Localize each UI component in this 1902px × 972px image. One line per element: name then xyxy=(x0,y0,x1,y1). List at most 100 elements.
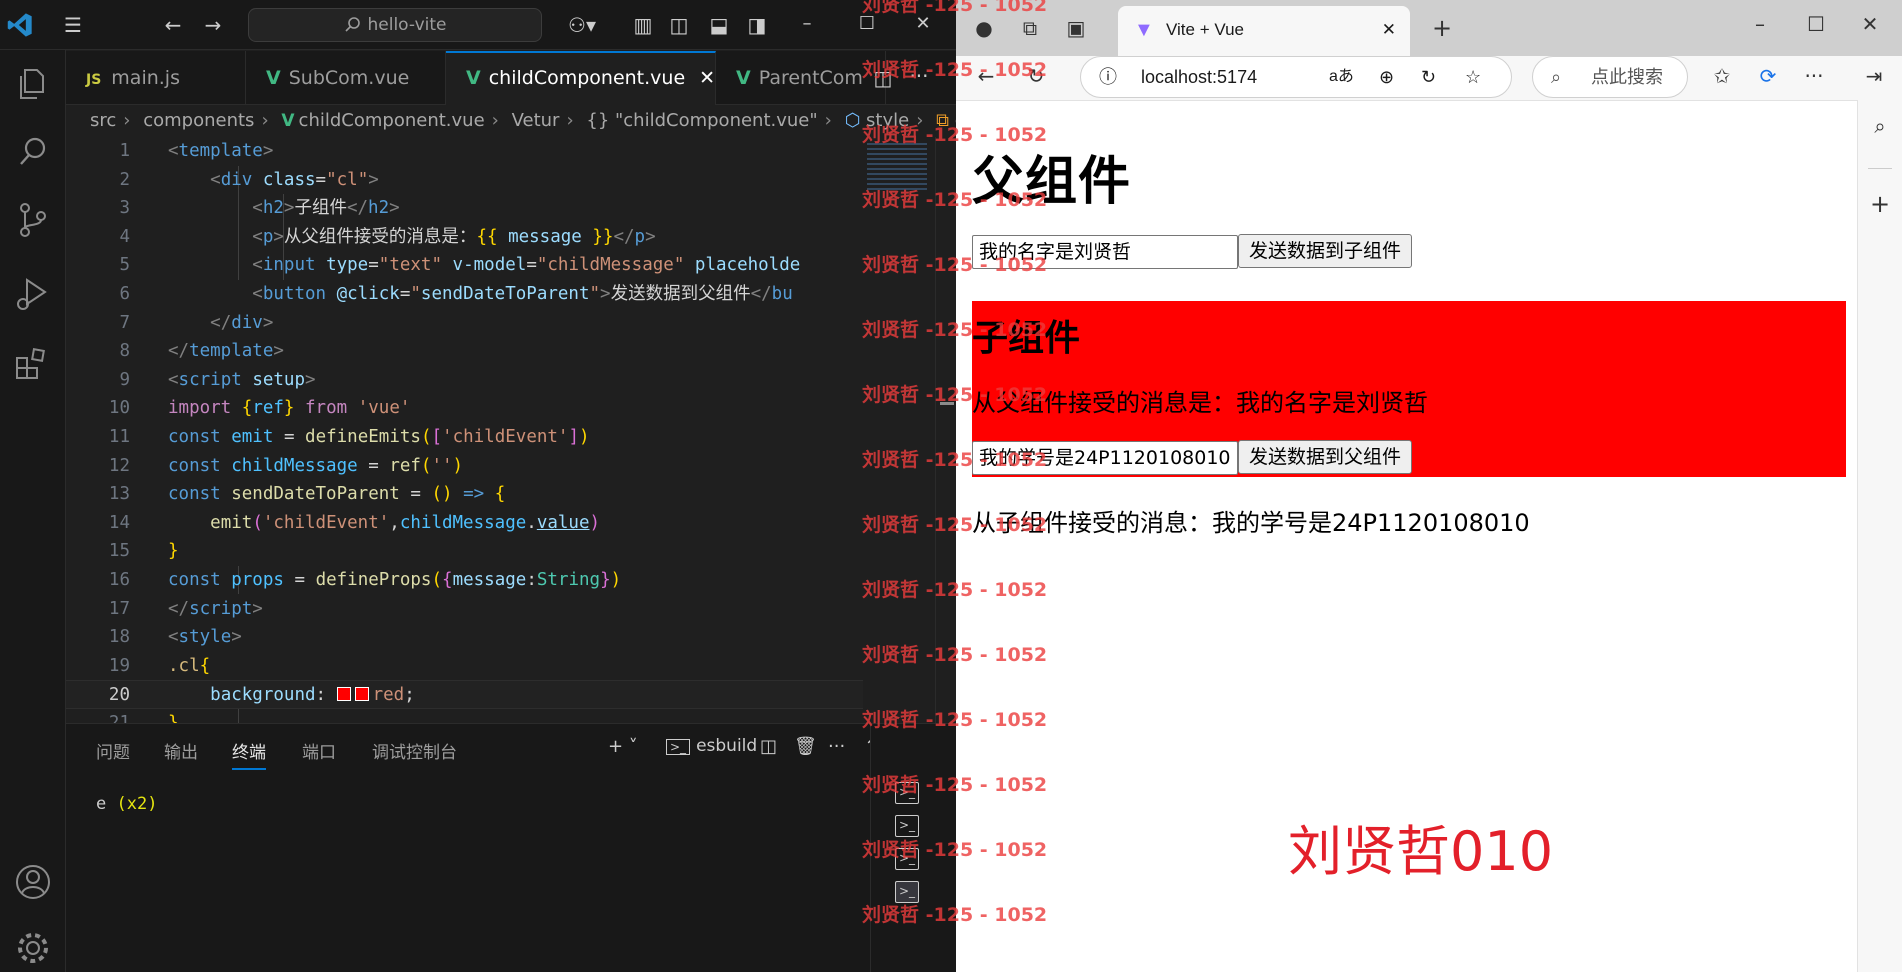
terminal-instance-icon[interactable]: >_ xyxy=(895,815,919,837)
explorer-icon[interactable] xyxy=(11,62,55,106)
copilot-icon[interactable]: ⚇▾ xyxy=(560,13,604,37)
command-center-search[interactable]: hello-vite xyxy=(248,8,542,42)
source-control-icon[interactable] xyxy=(11,198,55,242)
search-placeholder: 点此搜索 xyxy=(1591,67,1663,87)
tab-parentcom[interactable]: V ParentCom xyxy=(716,51,886,105)
read-aloud-icon[interactable]: aあ xyxy=(1329,57,1354,97)
forward-arrow-icon[interactable]: → xyxy=(200,13,226,37)
code-editor[interactable]: 1 <template> 2 <div class="cl"> 3 <h2>子组件… xyxy=(66,137,870,723)
browser-window: ● ⧉ ▣ ▼ Vite + Vue ✕ + – ☐ ✕ ← ↻ ⓘ local… xyxy=(956,0,1902,972)
breadcrumb-item[interactable]: {} "childComponent.vue" xyxy=(586,110,817,131)
code-line: 12 const childMessage = ref('') xyxy=(108,455,464,476)
tab-main-js[interactable]: JS main.js xyxy=(66,51,246,105)
customize-layout-icon[interactable]: ▥ xyxy=(630,13,656,37)
breadcrumb-item[interactable]: childComponent.vue xyxy=(299,110,485,131)
tab-subcom-vue[interactable]: V SubCom.vue xyxy=(246,51,446,105)
code-line: 14 emit('childEvent',childMessage.value) xyxy=(108,512,601,533)
close-window-icon[interactable]: ✕ xyxy=(1856,12,1884,36)
run-debug-icon[interactable] xyxy=(11,272,55,316)
close-tab-icon[interactable]: ✕ xyxy=(1382,6,1396,54)
tab-childcomponent-vue[interactable]: VchildComponent.vue ✕ xyxy=(446,51,716,105)
watermark: 刘贤哲 -125 - 1052 xyxy=(862,774,1048,796)
account-icon[interactable] xyxy=(11,860,55,904)
more-menu-icon[interactable]: ··· xyxy=(1800,64,1828,88)
site-info-icon[interactable]: ⓘ xyxy=(1099,57,1117,97)
manage-gear-icon[interactable] xyxy=(11,926,55,970)
breadcrumb-item[interactable]: Vetur xyxy=(512,110,560,131)
minimize-icon[interactable]: – xyxy=(792,10,822,38)
color-swatch-icon[interactable] xyxy=(336,687,351,702)
js-file-icon: JS xyxy=(86,72,102,88)
panel-tab-problems[interactable]: 问题 xyxy=(96,738,130,763)
search-icon xyxy=(344,17,360,32)
watermark: 刘贤哲 -125 - 1052 xyxy=(862,254,1048,276)
minimize-icon[interactable]: – xyxy=(1746,12,1774,36)
watermark: 刘贤哲 -125 - 1052 xyxy=(862,709,1048,731)
tab-actions-icon[interactable]: ▣ xyxy=(1062,16,1090,40)
copilot-icon[interactable]: ⟳ xyxy=(1754,64,1782,88)
author-signature: 刘贤哲010 xyxy=(1288,820,1554,883)
terminal-count: (x2) xyxy=(116,794,158,814)
search-icon: ⌕ xyxy=(1551,67,1562,87)
divider xyxy=(1868,168,1892,169)
panel-tab-output[interactable]: 输出 xyxy=(164,738,198,763)
web-page: 父组件 我的名字是刘贤哲 发送数据到子组件 子组件 从父组件接受的消息是：我的名… xyxy=(956,100,1858,972)
search-icon[interactable]: ⌕ xyxy=(1866,114,1894,138)
watermark: 刘贤哲 -125 - 1052 xyxy=(862,0,1048,16)
back-arrow-icon[interactable]: ← xyxy=(160,13,186,37)
terminal-output[interactable]: e (x2) xyxy=(96,794,157,814)
minimap[interactable] xyxy=(863,137,935,723)
browser-essentials-icon[interactable]: ↻ xyxy=(1421,57,1436,97)
code-line: 11 const emit = defineEmits(['childEvent'… xyxy=(108,427,590,447)
browser-tab-active[interactable]: ▼ Vite + Vue ✕ xyxy=(1118,6,1410,56)
panel-tab-ports[interactable]: 端口 xyxy=(302,738,336,763)
maximize-icon[interactable]: ☐ xyxy=(1802,12,1830,36)
favorites-icon[interactable]: ✩ xyxy=(1708,64,1736,88)
code-line: 17 </script> xyxy=(108,598,263,619)
send-to-parent-button[interactable]: 发送数据到父组件 xyxy=(1238,440,1413,474)
sidebar-toggle-icon[interactable]: ⇥ xyxy=(1860,64,1888,88)
zoom-icon[interactable]: ⊕ xyxy=(1379,57,1394,97)
address-bar[interactable]: ⓘ localhost:5174 aあ ⊕ ↻ ☆ xyxy=(1080,56,1512,98)
code-line: 4 <p>从父组件接受的消息是：{{ message }}</p> xyxy=(119,226,656,247)
toggle-sidebar-icon[interactable]: ◫ xyxy=(666,13,692,37)
new-terminal-icon[interactable]: + ˅ xyxy=(608,736,638,757)
vue-file-icon: V xyxy=(281,111,295,131)
add-plus-icon[interactable]: + xyxy=(1866,192,1894,216)
vue-file-icon: V xyxy=(266,67,281,89)
search-box[interactable]: ⌕ 点此搜索 xyxy=(1532,56,1688,98)
new-tab-plus-icon[interactable]: + xyxy=(1428,16,1456,40)
split-terminal-icon[interactable]: ◫ xyxy=(760,736,777,757)
parent-received-message: 从子组件接受的消息：我的学号是24P1120108010 xyxy=(972,509,1530,537)
tab-label: childComponent.vue xyxy=(488,67,686,89)
panel-tab-terminal[interactable]: 终端 xyxy=(232,738,266,770)
title-bar: ☰ ← → hello-vite ⚇▾ ▥ ◫ ⬓ ◨ – ☐ ✕ xyxy=(0,0,956,50)
breadcrumb-item[interactable]: components xyxy=(143,110,254,131)
profile-avatar-icon[interactable]: ● xyxy=(970,16,998,40)
search-icon[interactable] xyxy=(11,130,55,174)
menu-icon[interactable]: ☰ xyxy=(60,13,86,37)
vue-file-icon: V xyxy=(736,67,751,89)
panel-tab-debug-console[interactable]: 调试控制台 xyxy=(372,738,457,763)
send-to-child-button[interactable]: 发送数据到子组件 xyxy=(1238,234,1413,268)
toggle-secondary-sidebar-icon[interactable]: ◨ xyxy=(744,13,770,37)
favorite-star-icon[interactable]: ☆ xyxy=(1465,57,1481,97)
breadcrumb-item[interactable]: src xyxy=(90,110,116,131)
collections-icon[interactable]: ⧉ xyxy=(1016,16,1044,40)
code-line: 19 .cl{ xyxy=(108,655,211,676)
terminal-selector[interactable]: >_ esbuild xyxy=(666,736,757,756)
kill-terminal-trash-icon[interactable]: 🗑 xyxy=(794,736,817,757)
editor-scrollbar[interactable] xyxy=(935,137,956,723)
toggle-panel-icon[interactable]: ⬓ xyxy=(706,13,732,37)
code-line: 9 <script setup> xyxy=(119,369,316,390)
code-line: 6 <button @click="sendDateToParent">发送数据… xyxy=(119,284,793,304)
extensions-icon[interactable] xyxy=(11,342,55,386)
close-tab-icon[interactable]: ✕ xyxy=(699,67,715,89)
tab-label: main.js xyxy=(111,67,180,89)
watermark: 刘贤哲 -125 - 1052 xyxy=(862,124,1048,146)
watermark: 刘贤哲 -125 - 1052 xyxy=(862,904,1048,926)
more-actions-icon[interactable]: ··· xyxy=(828,736,845,757)
color-swatch-icon[interactable] xyxy=(354,687,369,702)
watermark: 刘贤哲 -125 - 1052 xyxy=(862,449,1048,471)
activity-bar xyxy=(0,50,66,972)
